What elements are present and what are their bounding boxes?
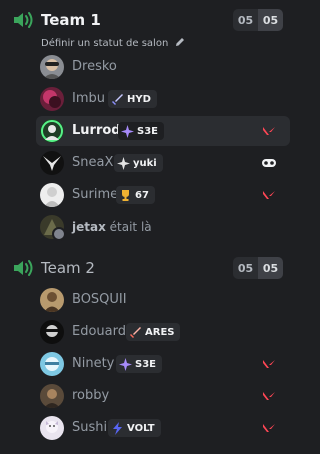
voice-user-ninety[interactable]: Ninety S3E [36,349,290,379]
server-tag-text: S3E [137,125,158,137]
username: Ninety [72,356,115,371]
voice-user-lurrod[interactable]: Lurrod S3E [36,116,290,146]
avatar [40,320,64,344]
username: robby [72,388,110,403]
valorant-icon[interactable] [261,187,277,203]
was-here-text: jetax était là [72,217,152,237]
user-count-current: 05 [233,9,258,31]
avatar [40,87,64,111]
voice-channel-icon [14,260,33,276]
avatar [40,215,66,241]
set-channel-status[interactable]: Définir un statut de salon [41,36,186,51]
avatar [40,151,64,175]
voice-user-dresko[interactable]: Dresko [36,52,290,82]
mask-icon[interactable] [261,155,277,171]
username: Edouard [72,324,126,339]
user-count-limit: 05 [258,257,283,279]
voice-user-imbu[interactable]: Imbu HYD [36,84,290,114]
trophy-icon [122,189,129,201]
valorant-icon[interactable] [261,356,277,372]
clock-icon [52,227,66,241]
voice-channel-team-2[interactable]: Team 2 05 05 [0,256,294,280]
user-count-limit: 05 [258,9,283,31]
voice-user-sushi[interactable]: Sushi VOLT [36,413,290,443]
server-tag-text: HYD [127,93,151,105]
avatar [40,384,64,408]
server-tag: HYD [108,90,157,108]
server-tag: ARES [126,323,181,341]
valorant-icon[interactable] [261,388,277,404]
username: Surime [72,187,119,202]
channel-name: Team 1 [41,11,101,29]
valorant-icon[interactable] [261,123,277,139]
username: Dresko [72,59,117,74]
sparkle-icon [121,124,134,138]
server-tag: yuki [114,154,163,172]
channel-name: Team 2 [41,259,95,277]
server-tag: S3E [118,122,164,140]
voice-user-sneax[interactable]: SneaX yuki [36,148,290,178]
was-here-user: jetax [72,220,106,234]
server-tag-text: VOLT [127,422,155,434]
user-count-badge: 05 05 [233,9,283,31]
username: Sushi [72,420,108,435]
server-tag: S3E [116,355,162,373]
username: Lurrod [72,123,121,138]
username: Imbu [72,91,105,106]
server-tag-text: S3E [135,358,156,370]
voice-user-robby[interactable]: robby [36,381,290,411]
sword-icon [130,326,141,338]
bolt-icon [113,421,122,435]
username: SneaX [72,155,114,170]
server-tag: 67 [116,186,155,204]
avatar [40,183,64,207]
voice-channel-team-1[interactable]: Team 1 05 05 Définir un statut de salon [0,8,294,49]
avatar [40,119,64,143]
user-count-badge: 05 05 [233,257,283,279]
voice-user-bosquii[interactable]: BOSQUII [36,285,290,315]
server-tag-text: yuki [133,157,157,169]
avatar [40,288,64,312]
username: BOSQUII [72,292,127,307]
user-count-current: 05 [233,257,258,279]
was-here-label: était là [109,220,152,234]
valorant-icon[interactable] [261,420,277,436]
server-tag-text: ARES [145,326,175,338]
avatar [40,352,64,376]
sparkle-icon [119,357,132,371]
voice-user-surime[interactable]: Surime 67 [36,180,290,210]
pencil-icon [176,38,185,46]
voice-user-edouard[interactable]: Edouard ARES [36,317,290,347]
sparkle-icon [117,156,130,170]
server-tag-text: 67 [135,189,149,201]
avatar [40,55,64,79]
channel-status-text: Définir un statut de salon [41,38,169,49]
voice-channel-icon [14,12,33,28]
was-here-row: jetax était là [36,212,290,242]
server-tag: VOLT [108,419,161,437]
avatar [40,416,64,440]
sword-icon [112,93,123,105]
